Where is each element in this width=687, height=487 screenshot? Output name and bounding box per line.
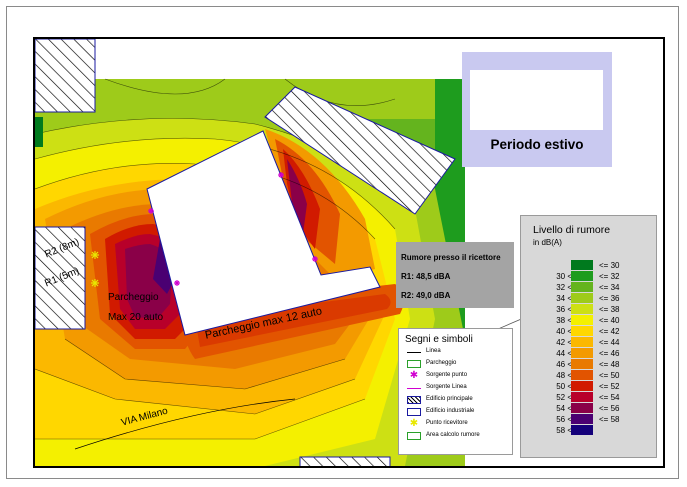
receiver-point-icon: ✱ xyxy=(409,418,419,429)
legend-row-low: 58 < xyxy=(556,426,572,435)
line-source-icon xyxy=(407,384,421,389)
legend-item-sorgente-punto: ✱ Sorgente punto xyxy=(407,371,511,382)
legend-row-high: <= 44 xyxy=(599,338,620,347)
legend-color-swatch xyxy=(571,381,593,391)
symbols-legend-title: Segni e simboli xyxy=(405,334,473,345)
main-building-icon xyxy=(407,396,421,404)
legend-row-low: 38 < xyxy=(556,316,572,325)
legend-row-high: <= 42 xyxy=(599,327,620,336)
legend-item-label: Punto ricevitore xyxy=(426,420,468,426)
legend-color-swatch xyxy=(571,403,593,413)
legend-row-low: 46 < xyxy=(556,360,572,369)
legend-row-high: <= 32 xyxy=(599,272,620,281)
legend-row-low: 34 < xyxy=(556,294,572,303)
legend-row-high: <= 50 xyxy=(599,371,620,380)
legend-item-edificio-principale: Edificio principale xyxy=(407,395,511,406)
legend-color-swatch xyxy=(571,271,593,281)
line-icon xyxy=(407,348,421,353)
hatched-building-bottom xyxy=(299,456,391,466)
receiver-noise-box: Rumore presso il ricettore R1: 48,5 dBA … xyxy=(396,242,514,308)
legend-row-high: <= 40 xyxy=(599,316,620,325)
legend-color-swatch xyxy=(571,315,593,325)
parking-icon xyxy=(407,360,421,368)
receiver-r1-value: R1: 48,5 dBA xyxy=(401,272,451,281)
legend-item-label: Edificio industriale xyxy=(426,408,475,414)
legend-color-swatch xyxy=(571,260,593,270)
legend-item-label: Area calcolo rumore xyxy=(426,432,480,438)
legend-row-high: <= 56 xyxy=(599,404,620,413)
legend-item-area-calcolo: Area calcolo rumore xyxy=(407,431,511,442)
legend-item-sorgente-linea: Sorgente Linea xyxy=(407,383,511,394)
legend-row-high: <= 38 xyxy=(599,305,620,314)
legend-color-swatch xyxy=(571,326,593,336)
legend-color-swatch xyxy=(571,370,593,380)
legend-row-low: 30 < xyxy=(556,272,572,281)
legend-color-swatch xyxy=(571,293,593,303)
legend-item-label: Parcheggio xyxy=(426,360,457,366)
legend-row-low: 52 < xyxy=(556,393,572,402)
legend-item-label: Linea xyxy=(426,348,441,354)
legend-item-edificio-industriale: Edificio industriale xyxy=(407,407,511,418)
legend-row-low: 48 < xyxy=(556,371,572,380)
legend-row-low: 56 < xyxy=(556,415,572,424)
point-source-icon: ✱ xyxy=(409,370,419,381)
industrial-building-icon xyxy=(407,408,421,416)
title-blank-panel xyxy=(470,70,603,130)
legend-color-swatch xyxy=(571,392,593,402)
legend-row-low: 42 < xyxy=(556,338,572,347)
legend-row-low: 36 < xyxy=(556,305,572,314)
legend-color-swatch xyxy=(571,348,593,358)
noise-level-legend: Livello di rumore in dB(A) <= 30 30 < <= 3… xyxy=(520,215,657,458)
legend-color-swatch xyxy=(571,414,593,424)
legend-row-high: <= 30 xyxy=(599,261,620,270)
calc-area-icon xyxy=(407,432,421,440)
legend-row-high: <= 46 xyxy=(599,349,620,358)
legend-item-label: Edificio principale xyxy=(426,396,473,402)
title-box: Periodo estivo xyxy=(462,52,612,167)
legend-color-swatch xyxy=(571,425,593,435)
legend-item-label: Sorgente punto xyxy=(426,372,468,378)
legend-item-parcheggio: Parcheggio xyxy=(407,359,511,370)
legend-item-punto-ricevitore: ✱ Punto ricevitore xyxy=(407,419,511,430)
legend-row-high: <= 52 xyxy=(599,382,620,391)
legend-color-swatch xyxy=(571,337,593,347)
page-title: Periodo estivo xyxy=(490,137,584,152)
noise-legend-title: Livello di rumore xyxy=(533,224,611,236)
symbols-legend: Segni e simboli Linea Parcheggio ✱ Sorge… xyxy=(398,328,513,455)
legend-item-linea: Linea xyxy=(407,347,511,358)
legend-row-high: <= 36 xyxy=(599,294,620,303)
hatched-building-top-left xyxy=(35,39,96,113)
legend-row-low: 40 < xyxy=(556,327,572,336)
legend-row-high: <= 54 xyxy=(599,393,620,402)
legend-row-high: <= 48 xyxy=(599,360,620,369)
parking-a-label-2: Max 20 auto xyxy=(108,312,164,323)
legend-row-low: 54 < xyxy=(556,404,572,413)
legend-row-high: <= 58 xyxy=(599,415,620,424)
legend-color-swatch xyxy=(571,304,593,314)
legend-row-high: <= 34 xyxy=(599,283,620,292)
receiver-heading: Rumore presso il ricettore xyxy=(401,253,501,262)
legend-row-low: 32 < xyxy=(556,283,572,292)
legend-row-low: 44 < xyxy=(556,349,572,358)
legend-item-label: Sorgente Linea xyxy=(426,384,467,390)
parking-a-label-1: Parcheggio xyxy=(108,292,159,303)
receiver-r2-value: R2: 49,0 dBA xyxy=(401,291,451,300)
legend-color-swatch xyxy=(571,282,593,292)
legend-color-swatch xyxy=(571,359,593,369)
noise-legend-unit: in dB(A) xyxy=(533,238,562,247)
legend-row-low: 50 < xyxy=(556,382,572,391)
